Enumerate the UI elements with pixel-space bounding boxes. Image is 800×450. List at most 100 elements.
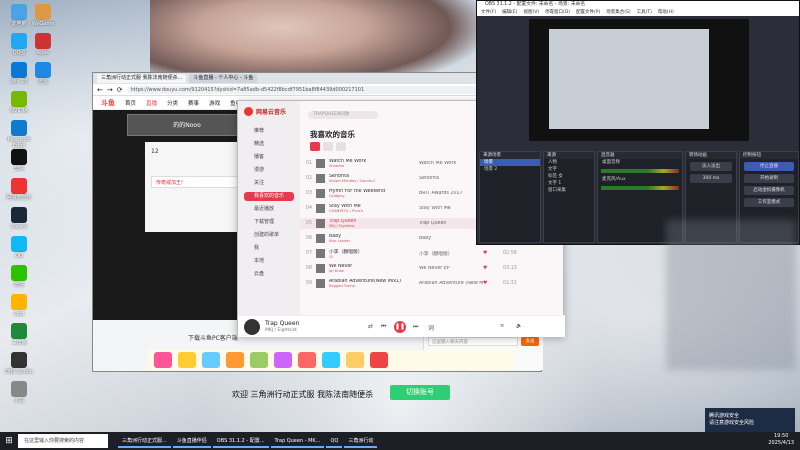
browser-tab-2[interactable]: 斗鱼直播 - 个人中心 - 斗鱼 <box>189 74 258 83</box>
nav-category[interactable]: 分类 <box>167 99 178 107</box>
heart-icon[interactable]: ♥ <box>483 281 503 286</box>
desktop-icon[interactable]: 小白 <box>2 381 36 404</box>
taskbar-app[interactable]: QQ <box>326 434 343 448</box>
system-clock[interactable]: 19:50 2025/4/13 <box>768 433 794 447</box>
music-sidebar-item[interactable]: 下载管理 <box>244 218 294 227</box>
taskbar-app[interactable]: 斗鱼直播伴侣 <box>172 434 211 448</box>
song-row[interactable]: 07 小李（翻唱版） Gl 小李（翻唱版） ♥ 02:58 <box>300 248 565 259</box>
album-disc[interactable] <box>244 319 260 335</box>
taskbar-app[interactable]: 三角洲行动正式服... <box>118 434 171 448</box>
song-album[interactable]: Señorita <box>419 176 483 181</box>
desktop-icon[interactable]: Logi <box>2 294 36 317</box>
nav-live[interactable]: 直播 <box>146 99 157 107</box>
stop-stream-button[interactable]: 停止直播 <box>744 162 794 171</box>
music-sidebar-item[interactable]: 本地 <box>244 257 294 266</box>
music-sidebar-item[interactable]: 我喜欢的音乐 <box>244 192 294 201</box>
music-sidebar-item[interactable]: 我 <box>244 244 294 253</box>
song-album[interactable]: Baby <box>419 236 483 241</box>
desktop-icon[interactable]: Microsoft Edge <box>2 120 36 149</box>
taskbar-app[interactable]: OBS 31.1.2 - 配置... <box>212 434 269 448</box>
source-item[interactable]: 窗口采集 <box>544 187 594 194</box>
security-toast[interactable]: 腾讯游戏安全 请注意游戏安全风险 <box>705 408 795 434</box>
download-client[interactable]: 下载斗鱼PC客户端 <box>188 333 238 342</box>
shuffle-icon[interactable]: ⇄ <box>368 323 373 330</box>
desktop-icon[interactable]: 三角洲 <box>2 323 36 346</box>
start-recording-button[interactable]: 开始录制 <box>744 174 794 183</box>
heart-icon[interactable]: ♥ <box>483 266 503 271</box>
switch-account-button[interactable]: 切换账号 <box>390 385 450 400</box>
lyrics-icon[interactable]: 词 <box>428 323 434 332</box>
windows-start-icon[interactable]: ⊞ <box>0 432 18 450</box>
song-title[interactable]: 小李（翻唱版） Gl <box>329 248 419 259</box>
obs-menu-item[interactable]: 场景集合(S) <box>606 9 630 16</box>
transition-select[interactable]: 淡入淡出 <box>690 162 732 171</box>
source-item[interactable]: 标签 女 <box>544 173 594 180</box>
song-album[interactable]: Arabian Adventure (New Mix1) <box>419 281 483 286</box>
taskbar-app[interactable]: Trap Queen - MK... <box>270 434 325 448</box>
obs-menu-item[interactable]: 视图(V) <box>523 9 539 16</box>
send-button[interactable]: 发送 <box>521 337 539 346</box>
obs-menu-item[interactable]: 停靠窗口(D) <box>545 9 570 16</box>
gift-icon[interactable] <box>298 352 316 368</box>
song-title[interactable]: Arabian Adventure(New Mix1) Ragged Tramp <box>329 279 419 288</box>
douyu-logo[interactable]: 斗鱼 <box>101 98 115 108</box>
gift-icon[interactable] <box>202 352 220 368</box>
song-title[interactable]: We Never Jo/ Duke <box>329 264 419 273</box>
desktop-icon[interactable]: WeGame <box>26 4 60 27</box>
song-title[interactable]: Señorita Shawn Mendes / Camila C <box>329 174 419 183</box>
desktop-icon[interactable]: Apex <box>26 33 60 56</box>
desktop-icon[interactable]: NVIDIA <box>2 91 36 114</box>
refresh-icon[interactable]: ⟳ <box>117 86 123 94</box>
music-sidebar-item[interactable]: 播客 <box>244 153 294 162</box>
studio-mode-button[interactable]: 工作室模式 <box>744 198 794 207</box>
scene-item[interactable]: 场景 <box>480 159 540 166</box>
pause-button[interactable]: ❚❚ <box>394 321 406 333</box>
back-icon[interactable]: ← <box>97 86 103 94</box>
volume-icon[interactable]: 🔈 <box>516 323 522 329</box>
song-title[interactable]: Baby Kiko Lander <box>329 234 419 243</box>
virtual-camera-button[interactable]: 启动虚拟摄像机 <box>744 186 794 195</box>
play-all-button[interactable] <box>310 142 320 151</box>
gift-icon[interactable] <box>250 352 268 368</box>
song-row[interactable]: 08 We Never Jo/ Duke We Never EP ♥ 03:13 <box>300 263 565 274</box>
prev-icon[interactable]: ⏮ <box>381 323 386 331</box>
song-album[interactable]: 小李（翻唱版） <box>419 250 483 257</box>
music-search-input[interactable]: TRAPQUEEN同款 <box>308 111 378 119</box>
desktop-icon[interactable]: OBS Studio <box>2 352 36 375</box>
desktop-icon[interactable]: Steam <box>2 207 36 230</box>
song-title[interactable]: Watch Me Work Shawnie <box>329 159 419 168</box>
song-album[interactable]: Stay With Me <box>419 206 483 211</box>
forward-icon[interactable]: → <box>107 86 113 94</box>
music-sidebar-item[interactable]: 最近播放 <box>244 205 294 214</box>
taskbar-app[interactable]: 三角洲行动 <box>344 434 378 448</box>
nav-home[interactable]: 首页 <box>125 99 136 107</box>
music-sidebar-item[interactable]: 关注 <box>244 179 294 188</box>
obs-menu-item[interactable]: 工具(T) <box>637 9 652 16</box>
gift-icon[interactable] <box>370 352 388 368</box>
music-sidebar-item[interactable]: 漫游 <box>244 166 294 175</box>
source-item[interactable]: 人物 <box>544 159 594 166</box>
song-row[interactable]: 09 Arabian Adventure(New Mix1) Ragged Tram… <box>300 278 565 289</box>
nav-esports[interactable]: 赛事 <box>188 99 199 107</box>
gift-icon[interactable] <box>322 352 340 368</box>
gift-icon[interactable] <box>274 352 292 368</box>
obs-menu-item[interactable]: 配置文件(P) <box>576 9 600 16</box>
source-item[interactable]: 文字 <box>544 166 594 173</box>
next-icon[interactable]: ⏭ <box>413 323 418 331</box>
desktop-icon[interactable]: 迅雷 <box>26 62 60 85</box>
gift-icon[interactable] <box>154 352 172 368</box>
song-title[interactable]: Hymn For the Weekend Coldplay <box>329 189 419 198</box>
chat-input[interactable]: 这里输入聊天内容 <box>428 337 518 346</box>
song-album[interactable]: BRIT Awards 2017 <box>419 191 483 196</box>
gift-icon[interactable] <box>178 352 196 368</box>
desktop-icon[interactable]: 微信 <box>2 265 36 288</box>
desktop-icon[interactable]: 网易云音乐 <box>2 178 36 201</box>
music-sidebar-item[interactable]: 精选 <box>244 140 294 149</box>
obs-menu-item[interactable]: 帮助(H) <box>658 9 674 16</box>
download-icon[interactable] <box>323 142 333 151</box>
taskbar-search[interactable]: 在这里输入你要搜索的内容 <box>18 434 108 448</box>
gift-icon[interactable] <box>226 352 244 368</box>
music-sidebar-item[interactable]: 创建的歌单 <box>244 231 294 240</box>
source-item[interactable]: 文字 1 <box>544 180 594 187</box>
music-sidebar-item[interactable]: 云盘 <box>244 270 294 279</box>
